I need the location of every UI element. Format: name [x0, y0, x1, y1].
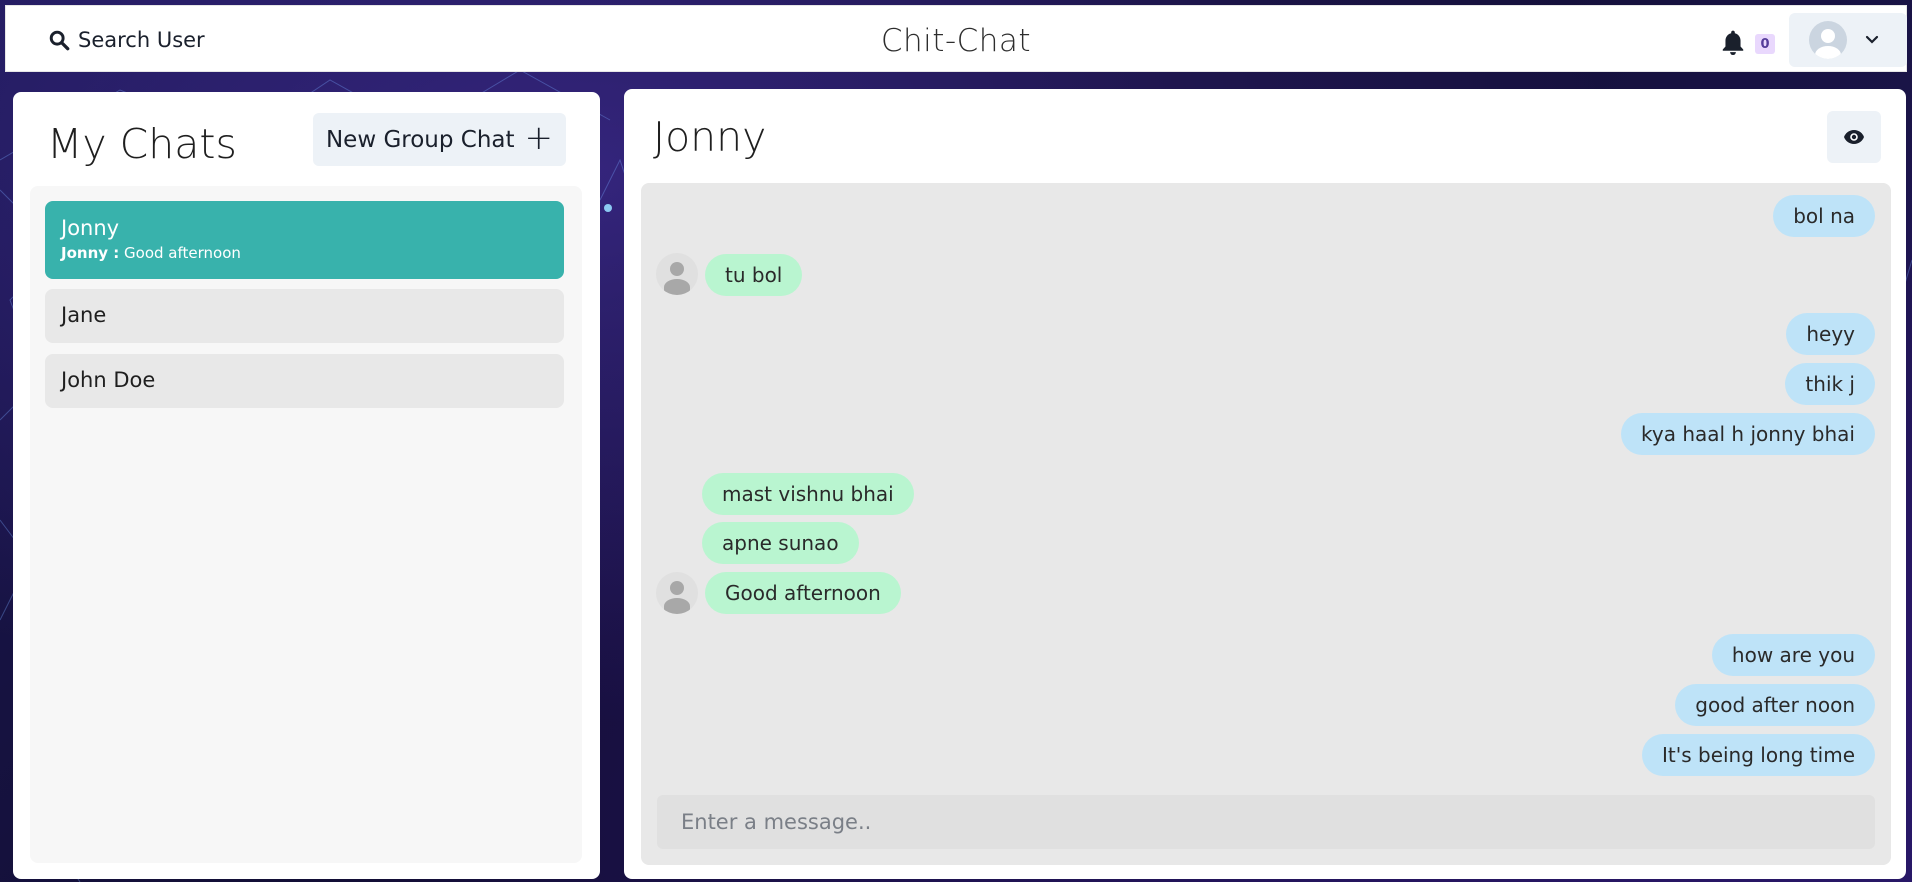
message-bubble: It's being long time — [1641, 734, 1875, 776]
search-user-label: Search User — [78, 28, 205, 52]
view-profile-button[interactable] — [1827, 111, 1881, 163]
chat-title: Jonny — [653, 113, 767, 161]
message-bubble: apne sunao — [702, 522, 859, 564]
new-group-chat-button[interactable]: New Group Chat + — [313, 113, 566, 166]
message-bubble: mast vishnu bhai — [702, 473, 914, 515]
my-chats-panel: My Chats New Group Chat + Jonny Jonny : … — [13, 92, 600, 879]
notification-bell-icon[interactable] — [1720, 29, 1746, 57]
chat-name: John Doe — [61, 368, 156, 392]
chat-list: Jonny Jonny : Good afternoon Jane John D… — [30, 186, 582, 863]
search-icon — [49, 30, 70, 51]
message-bubble: good after noon — [1675, 684, 1875, 726]
chevron-down-icon — [1865, 35, 1879, 44]
chat-latest-message: Jonny : Good afternoon — [61, 244, 564, 262]
message-input[interactable] — [657, 795, 1875, 849]
eye-icon — [1844, 130, 1864, 144]
search-user-button[interactable]: Search User — [36, 20, 217, 60]
top-bar: Search User Chit-Chat 0 — [5, 5, 1907, 72]
chat-panel: Jonny bol na tu bol heyy thik j kya haal… — [624, 89, 1906, 879]
plus-icon: + — [524, 118, 554, 158]
message-bubble: how are you — [1711, 634, 1875, 676]
message-bubble: kya haal h jonny bhai — [1621, 413, 1875, 455]
avatar — [1809, 21, 1847, 59]
chat-list-item-jane[interactable]: Jane — [45, 289, 564, 343]
chat-list-item-john-doe[interactable]: John Doe — [45, 354, 564, 408]
sender-avatar-icon — [656, 572, 698, 614]
sender-avatar-icon — [656, 253, 698, 295]
profile-menu-button[interactable] — [1789, 13, 1907, 67]
notification-count-badge: 0 — [1755, 34, 1775, 54]
message-bubble: bol na — [1773, 195, 1875, 237]
chat-name: Jane — [61, 303, 107, 327]
latest-sender: Jonny : — [61, 244, 120, 262]
message-bubble: thik j — [1785, 363, 1875, 405]
latest-text: Good afternoon — [124, 244, 241, 262]
app-title: Chit-Chat — [880, 23, 1032, 59]
chat-name: Jonny — [61, 216, 120, 240]
message-bubble: tu bol — [705, 254, 803, 296]
chat-list-item-jonny[interactable]: Jonny Jonny : Good afternoon — [45, 201, 564, 279]
message-bubble: Good afternoon — [705, 572, 901, 614]
new-group-chat-label: New Group Chat — [325, 126, 515, 153]
message-bubble: heyy — [1786, 313, 1875, 355]
messages-area: bol na tu bol heyy thik j kya haal h jon… — [641, 183, 1891, 865]
my-chats-title: My Chats — [47, 120, 237, 168]
